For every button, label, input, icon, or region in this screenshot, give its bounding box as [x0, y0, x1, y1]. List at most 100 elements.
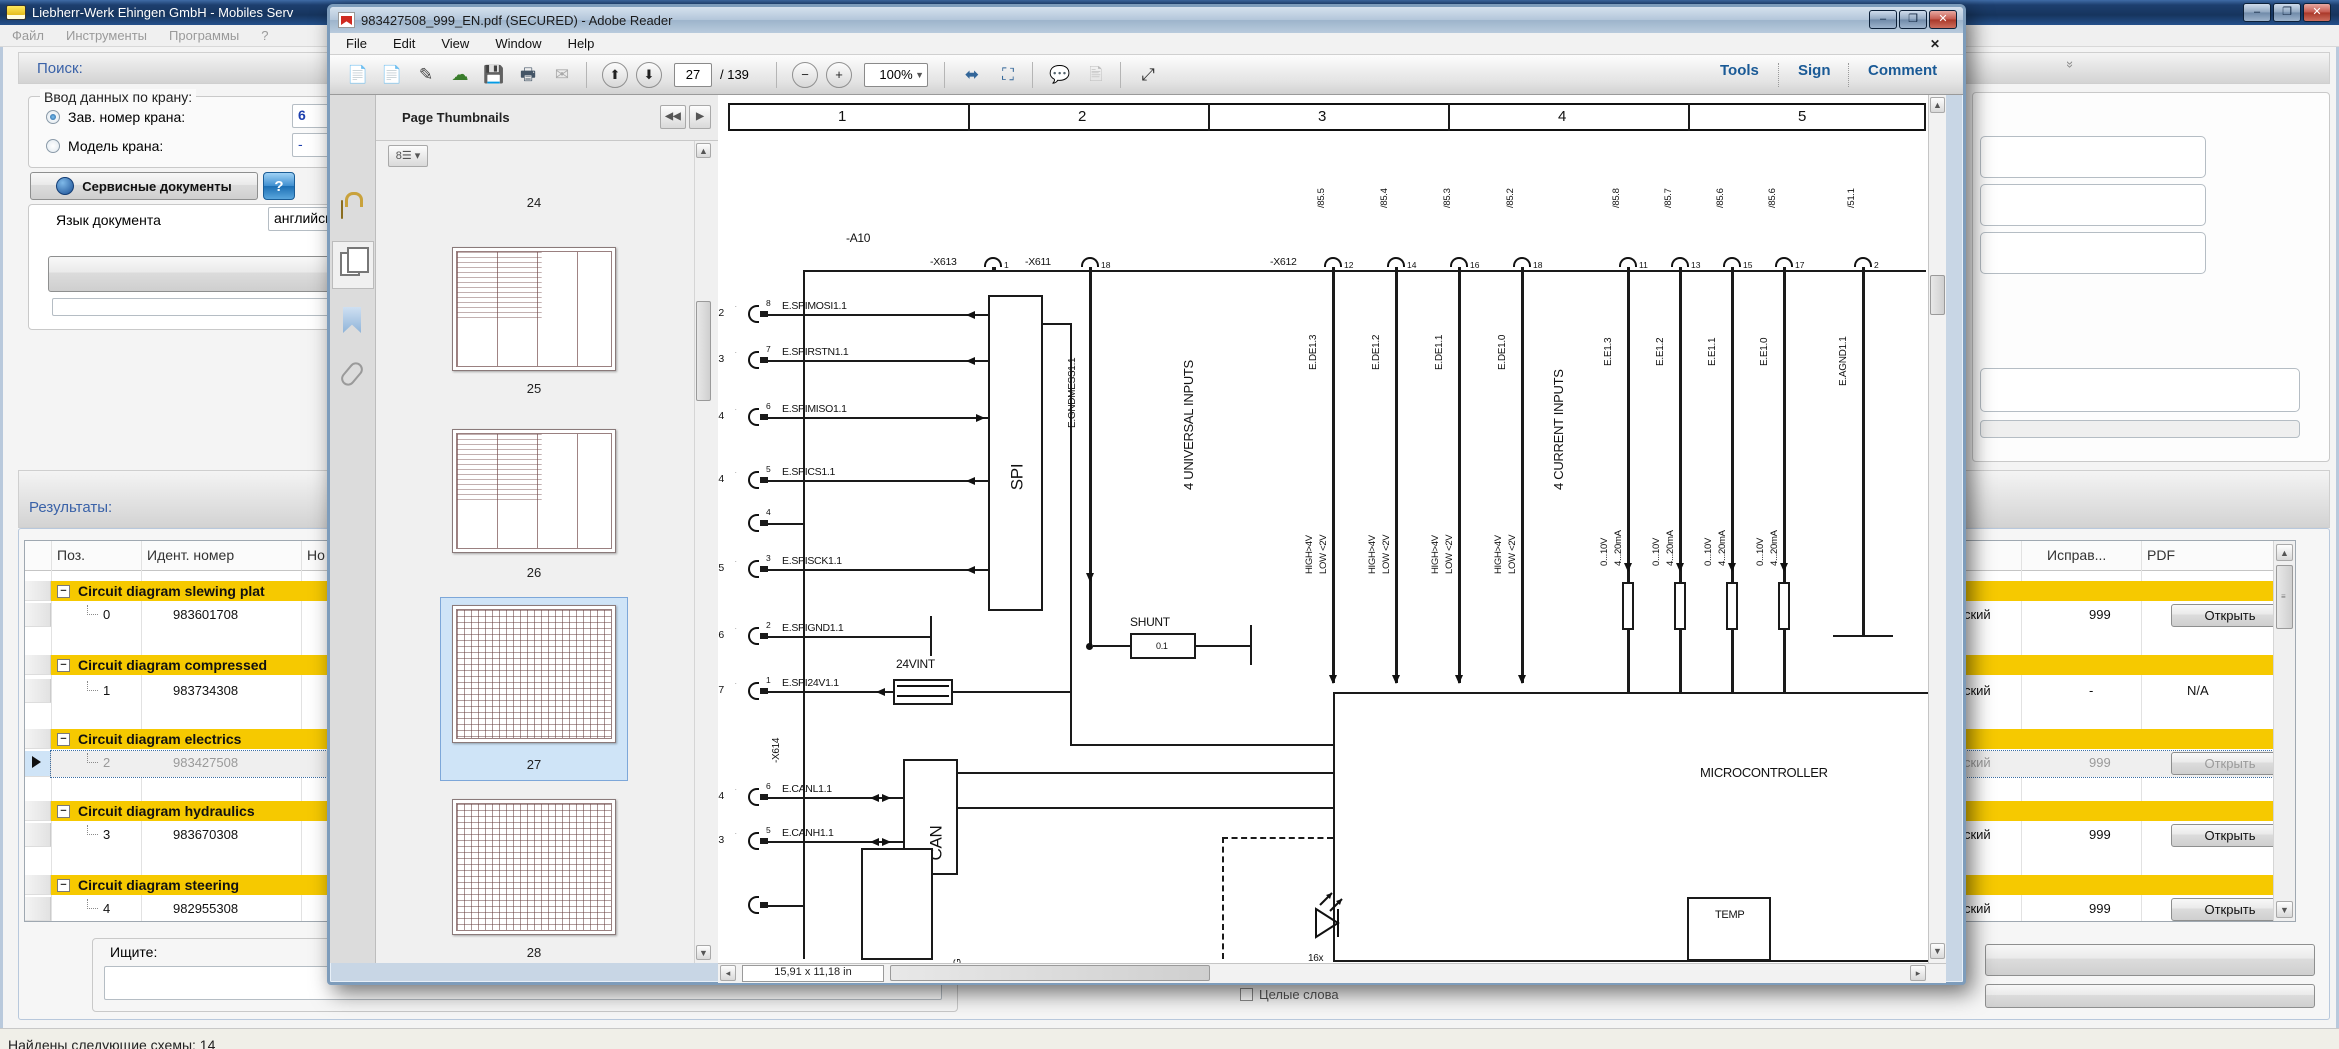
table-scrollbar[interactable]: ▲ ≡ ▼: [2273, 541, 2295, 922]
pdf-hscrollbar[interactable]: ◂ 15,91 x 11,18 in ▸: [718, 963, 1946, 983]
col-header-1[interactable]: Идент. номер: [147, 547, 234, 563]
text-note-icon[interactable]: 🖹: [1082, 61, 1110, 89]
next-page-button[interactable]: ⬇: [636, 62, 662, 88]
print-icon[interactable]: 🖶: [514, 61, 542, 89]
table-scroll-down-icon[interactable]: ▼: [2276, 901, 2293, 918]
adobe-menu-help[interactable]: Help: [568, 36, 595, 51]
collapse-left-icon[interactable]: ◀◀: [660, 105, 686, 129]
collapse-expander-icon[interactable]: −: [57, 805, 70, 818]
help-button[interactable]: ?: [263, 172, 295, 200]
fit-page-icon[interactable]: ⛶: [994, 61, 1022, 89]
scroll-left-icon[interactable]: ◂: [720, 965, 736, 981]
adobe-menu-edit[interactable]: Edit: [393, 36, 415, 51]
security-lock-icon[interactable]: [341, 200, 343, 219]
adobe-maximize-button[interactable]: ❐: [1899, 10, 1927, 29]
arrow-right: [976, 414, 985, 422]
document-close-icon[interactable]: ✕: [1930, 37, 1940, 51]
sign-button[interactable]: Sign: [1798, 62, 1831, 79]
email-icon[interactable]: ✉: [548, 61, 576, 89]
collapse-expander-icon[interactable]: −: [57, 733, 70, 746]
bg-menu-0[interactable]: Файл: [12, 28, 44, 43]
thumb-scrollbar[interactable]: ▲▼: [694, 141, 712, 963]
table-scroll-up-icon[interactable]: ▲: [2276, 544, 2293, 561]
left-ref-label: /53.5: [718, 562, 724, 574]
thumbnail-page-27[interactable]: [452, 605, 616, 743]
zoom-dropdown-icon[interactable]: ▼: [915, 64, 924, 86]
adobe-close-button[interactable]: ✕: [1929, 10, 1957, 29]
pdf-document-area[interactable]: 12345-A10/53.2/53.28E.SPIMOSI1.1/53.3/53…: [718, 95, 1928, 963]
comment-button[interactable]: Comment: [1868, 62, 1937, 79]
pages-tab-active[interactable]: [332, 241, 374, 289]
collapse-chevron-icon[interactable]: »: [2063, 61, 2078, 68]
whole-words-checkbox[interactable]: [1240, 988, 1253, 1001]
collapse-expander-icon[interactable]: −: [57, 879, 70, 892]
pdf-vscrollbar[interactable]: ▲ ▼: [1928, 95, 1946, 963]
bg-menu-1[interactable]: Инструменты: [66, 28, 147, 43]
page-number-input[interactable]: 27: [674, 63, 712, 87]
vscroll-thumb[interactable]: [1930, 275, 1945, 315]
tools-button[interactable]: Tools: [1720, 62, 1759, 79]
hscroll-thumb[interactable]: [890, 965, 1210, 981]
thumb-options-icon[interactable]: 8☰ ▾: [388, 145, 428, 167]
table-scroll-thumb[interactable]: ≡: [2276, 565, 2293, 629]
liebherr-app-icon: [6, 5, 26, 20]
open-pdf-button[interactable]: Открыть: [2171, 752, 2289, 775]
right-field-2[interactable]: [1980, 184, 2206, 226]
adobe-minimize-button[interactable]: –: [1869, 10, 1897, 29]
comment-bubble-icon[interactable]: 💬: [1046, 61, 1074, 89]
adobe-menu-view[interactable]: View: [441, 36, 469, 51]
fit-width-icon[interactable]: ⬌: [958, 61, 986, 89]
model-radio[interactable]: [46, 139, 60, 153]
service-docs-button[interactable]: Сервисные документы: [30, 172, 258, 200]
prev-page-button[interactable]: ⬆: [602, 62, 628, 88]
bookmarks-icon[interactable]: [343, 307, 361, 333]
zoom-level-select[interactable]: 100%▼: [864, 63, 928, 87]
thumbnail-page-26[interactable]: [452, 429, 616, 553]
scroll-right-icon[interactable]: ▸: [1910, 965, 1926, 981]
thumbnail-page-28[interactable]: [452, 799, 616, 935]
adobe-menu-file[interactable]: File: [346, 36, 367, 51]
page-total-label: / 139: [720, 67, 749, 82]
right-field-3[interactable]: [1980, 232, 2206, 274]
thumb-scroll-up-icon[interactable]: ▲: [696, 143, 711, 158]
attachments-icon[interactable]: [338, 360, 365, 389]
open-pdf-button[interactable]: Открыть: [2171, 824, 2289, 847]
open-pdf-button[interactable]: Открыть: [2171, 604, 2289, 627]
open-pdf-button[interactable]: Открыть: [2171, 898, 2289, 921]
thumb-scroll-down-icon[interactable]: ▼: [696, 945, 711, 960]
cloud-upload-icon[interactable]: ☁: [446, 61, 474, 89]
adobe-menu-window[interactable]: Window: [495, 36, 541, 51]
scroll-down-icon[interactable]: ▼: [1930, 943, 1945, 959]
col-header-0[interactable]: Поз.: [57, 547, 85, 563]
collapse-expander-icon[interactable]: −: [57, 659, 70, 672]
sign-pen-icon[interactable]: ✎: [412, 61, 440, 89]
thumb-scroll-thumb[interactable]: [696, 301, 711, 401]
bg-menu-3[interactable]: ?: [261, 28, 268, 43]
create-pdf-icon[interactable]: 📄: [378, 61, 406, 89]
col-header-2[interactable]: Но: [307, 547, 325, 563]
collapse-expander-icon[interactable]: −: [57, 585, 70, 598]
col-header-3[interactable]: Исправ...: [2047, 547, 2106, 563]
watchdog-label1: EXTERNAL: [927, 905, 938, 964]
scroll-up-icon[interactable]: ▲: [1930, 97, 1945, 113]
save-icon[interactable]: 💾: [480, 61, 508, 89]
right-field-4[interactable]: [1980, 368, 2300, 412]
adobe-titlebar[interactable]: 983427508_999_EN.pdf (SECURED) - Adobe R…: [330, 7, 1963, 33]
bg-maximize-button[interactable]: ❐: [2273, 3, 2301, 22]
open-icon[interactable]: 📄: [344, 61, 372, 89]
right-bottom-bar-2[interactable]: [1985, 984, 2315, 1008]
fullscreen-icon[interactable]: ⤢: [1134, 61, 1162, 89]
col-header-4[interactable]: PDF: [2147, 547, 2175, 563]
expand-right-icon[interactable]: ▶: [689, 105, 711, 129]
de-signal-label: E.DE1.1: [1434, 335, 1445, 370]
right-field-1[interactable]: [1980, 136, 2206, 178]
bg-close-button[interactable]: ✕: [2303, 3, 2331, 22]
right-bottom-bar-1[interactable]: [1985, 944, 2315, 976]
zoom-out-button[interactable]: −: [792, 62, 818, 88]
zoom-in-button[interactable]: +: [826, 62, 852, 88]
bg-minimize-button[interactable]: –: [2243, 3, 2271, 22]
serial-radio[interactable]: [46, 110, 60, 124]
wire: [1521, 267, 1524, 683]
thumbnail-page-25[interactable]: [452, 247, 616, 371]
bg-menu-2[interactable]: Программы: [169, 28, 239, 43]
